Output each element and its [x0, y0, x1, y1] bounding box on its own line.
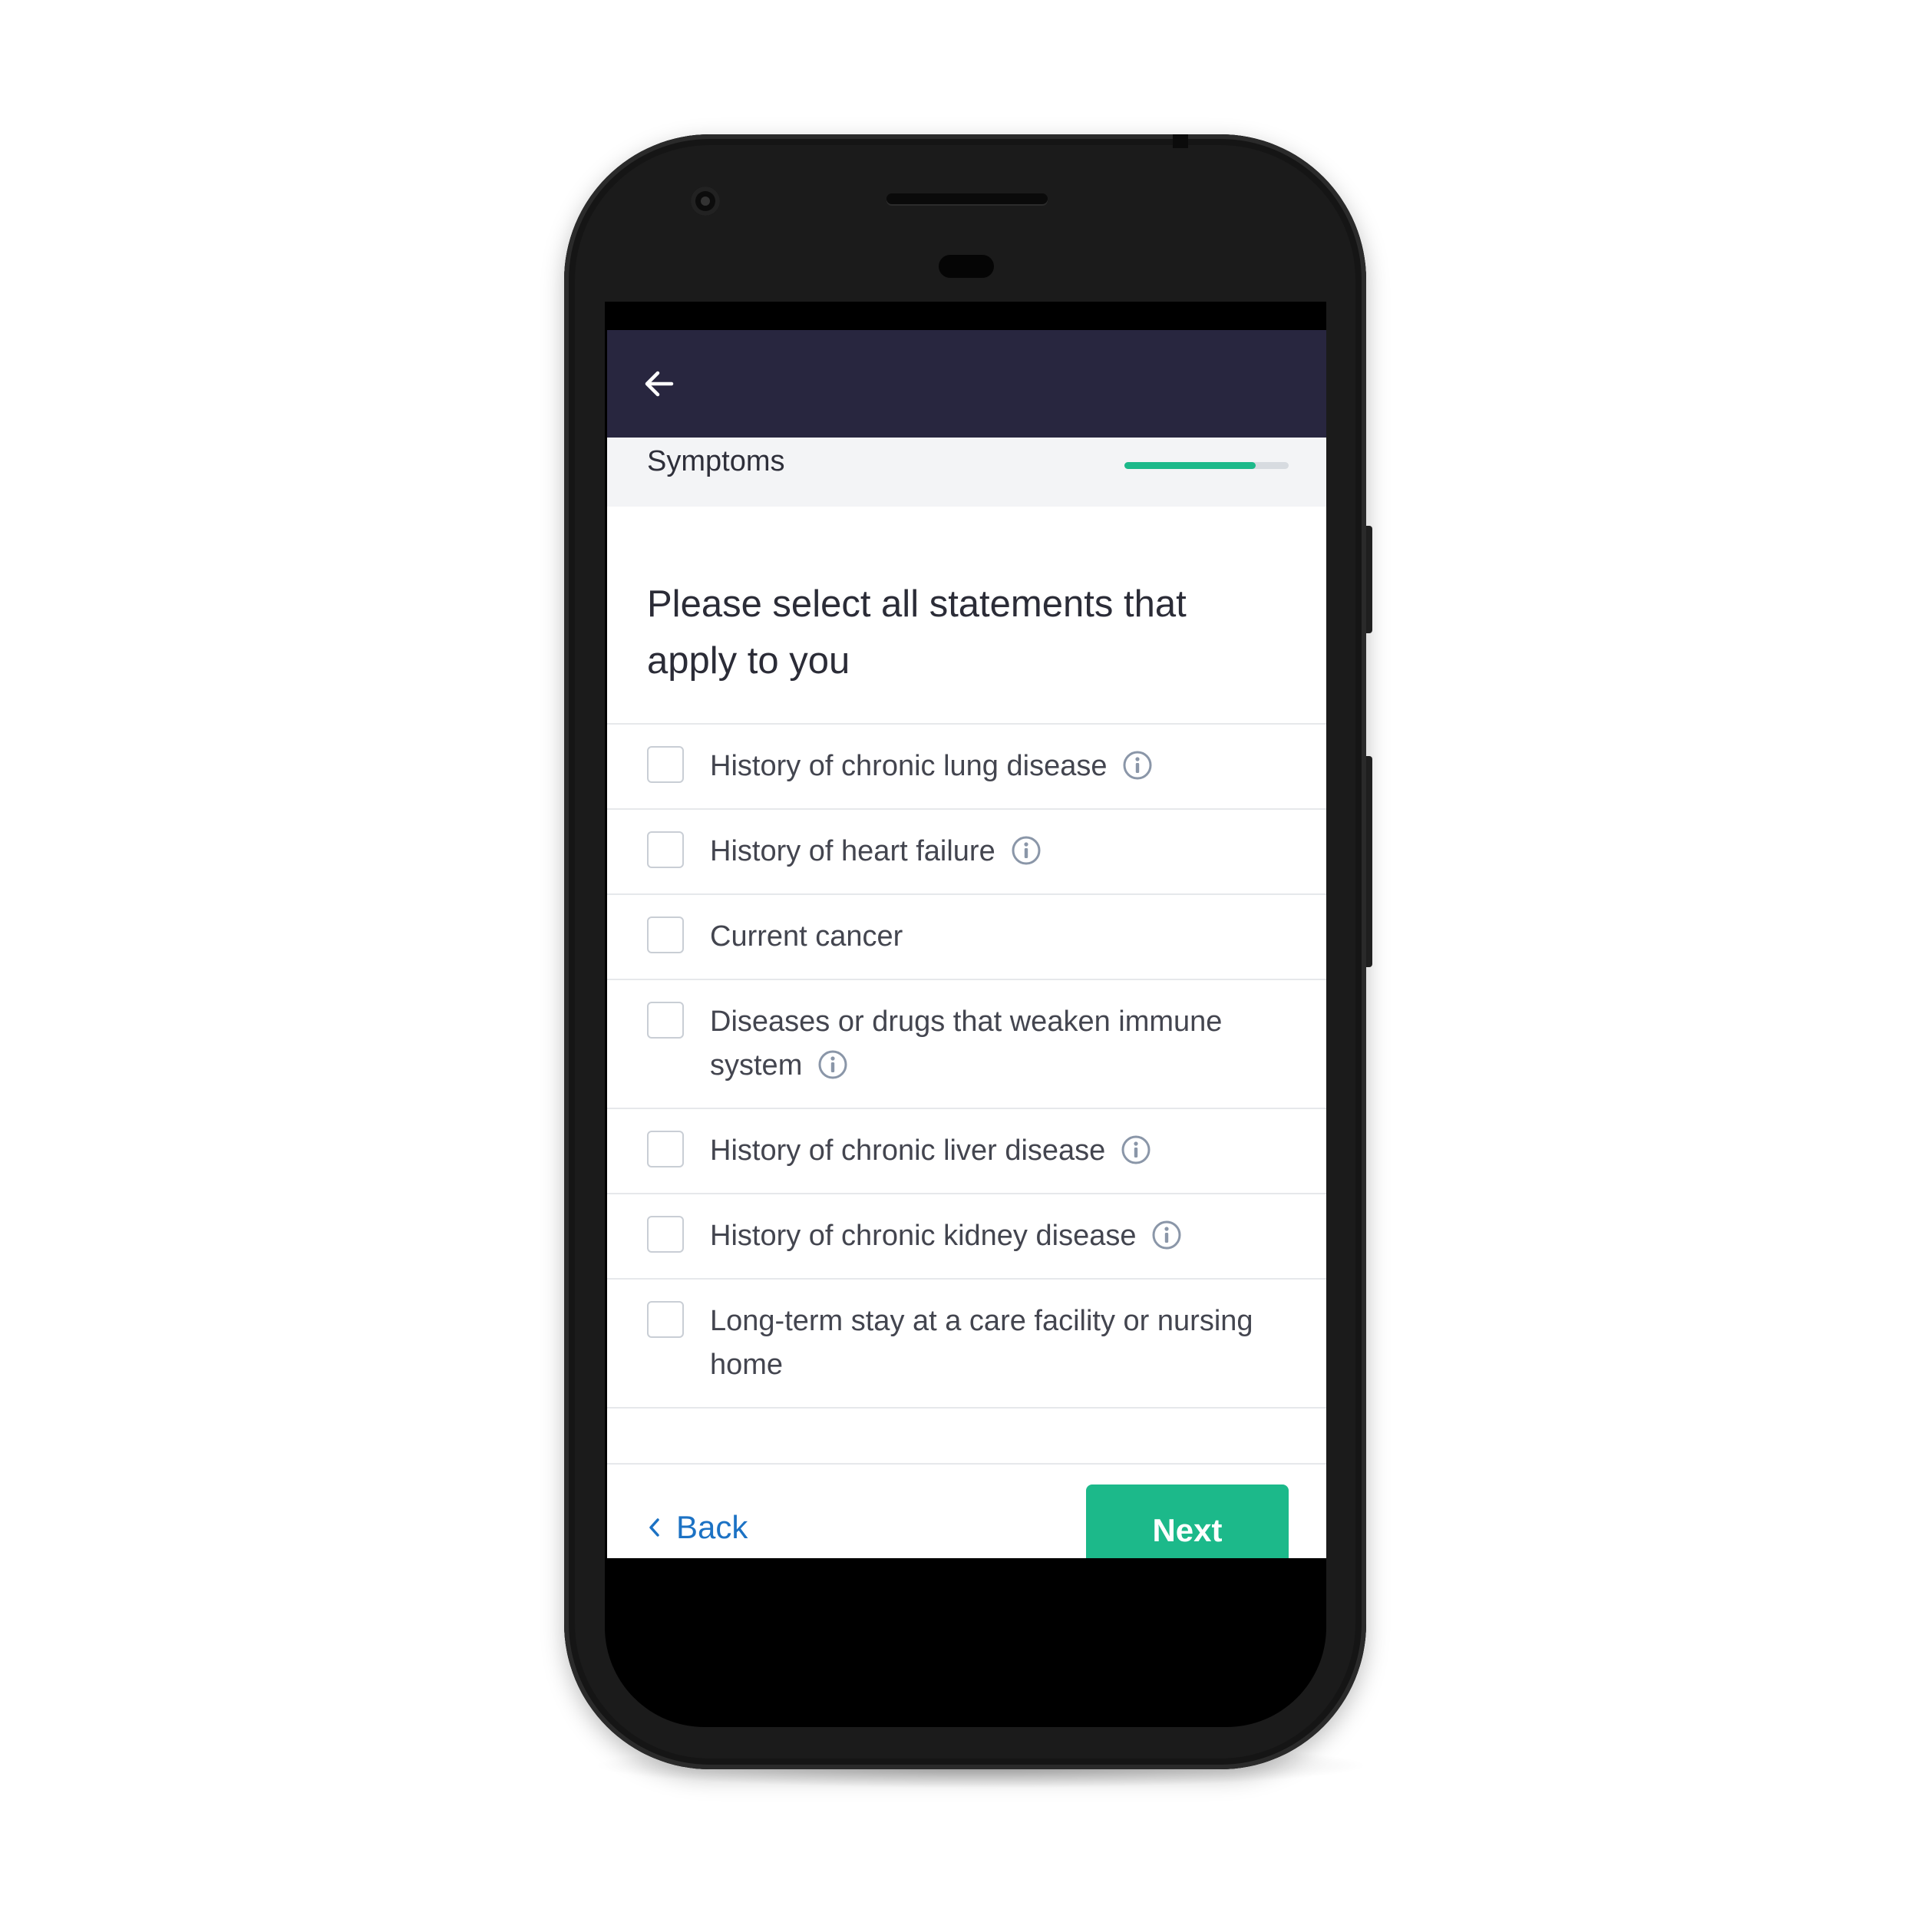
checkbox[interactable] [647, 746, 684, 783]
phone-top-notch [1173, 134, 1188, 148]
chevron-left-icon [649, 1518, 659, 1537]
earpiece-speaker [886, 193, 1048, 204]
arrow-left-icon[interactable] [641, 365, 678, 402]
back-label: Back [676, 1509, 748, 1545]
option-row[interactable]: Current cancer [607, 895, 1326, 980]
proximity-sensor [939, 255, 994, 278]
front-camera [691, 187, 720, 216]
stage: Symptoms Please select all statements th… [0, 0, 1928, 1932]
checkbox[interactable] [647, 1301, 684, 1338]
section-title: Symptoms [647, 445, 785, 477]
option-label: History of heart failure [710, 835, 995, 867]
checkbox[interactable] [647, 1002, 684, 1039]
option-label: History of chronic kidney disease [710, 1220, 1137, 1252]
option-text: History of chronic lung disease [710, 745, 1263, 788]
checkbox[interactable] [647, 1131, 684, 1167]
section-bar: Symptoms [607, 438, 1326, 507]
option-row[interactable]: History of heart failure [607, 810, 1326, 895]
options-list: History of chronic lung disease History o… [607, 723, 1326, 1409]
footer-bar: Back Next [607, 1463, 1326, 1558]
option-text: History of heart failure [710, 830, 1263, 874]
bottom-bezel [605, 1558, 1326, 1727]
info-icon[interactable] [817, 1049, 848, 1080]
progress-bar [1124, 462, 1289, 469]
option-label: Diseases or drugs that weaken immune sys… [710, 1006, 1223, 1082]
option-row[interactable]: Long-term stay at a care facility or nur… [607, 1280, 1326, 1409]
option-row[interactable]: History of chronic lung disease [607, 725, 1326, 810]
option-row[interactable]: History of chronic liver disease [607, 1109, 1326, 1194]
option-text: History of chronic kidney disease [710, 1214, 1263, 1258]
back-link[interactable]: Back [647, 1509, 748, 1546]
next-button[interactable]: Next [1086, 1485, 1289, 1558]
app-header [607, 330, 1326, 438]
info-icon[interactable] [1011, 835, 1042, 866]
option-row[interactable]: Diseases or drugs that weaken immune sys… [607, 980, 1326, 1109]
question-heading: Please select all statements that apply … [647, 583, 1187, 682]
option-label: History of chronic lung disease [710, 750, 1108, 782]
option-label: Long-term stay at a care facility or nur… [710, 1305, 1253, 1381]
option-row[interactable]: History of chronic kidney disease [607, 1194, 1326, 1280]
info-icon[interactable] [1122, 750, 1153, 781]
option-text: History of chronic liver disease [710, 1129, 1263, 1173]
app-screen: Symptoms Please select all statements th… [607, 330, 1326, 1558]
checkbox[interactable] [647, 831, 684, 868]
progress-fill [1124, 462, 1256, 469]
option-label: History of chronic liver disease [710, 1134, 1106, 1167]
option-text: Diseases or drugs that weaken immune sys… [710, 1000, 1263, 1088]
info-icon[interactable] [1121, 1134, 1151, 1165]
option-label: Current cancer [710, 920, 903, 953]
checkbox[interactable] [647, 1216, 684, 1253]
option-text: Long-term stay at a care facility or nur… [710, 1300, 1263, 1387]
option-text: Current cancer [710, 915, 1263, 959]
checkbox[interactable] [647, 916, 684, 953]
info-icon[interactable] [1151, 1220, 1182, 1250]
